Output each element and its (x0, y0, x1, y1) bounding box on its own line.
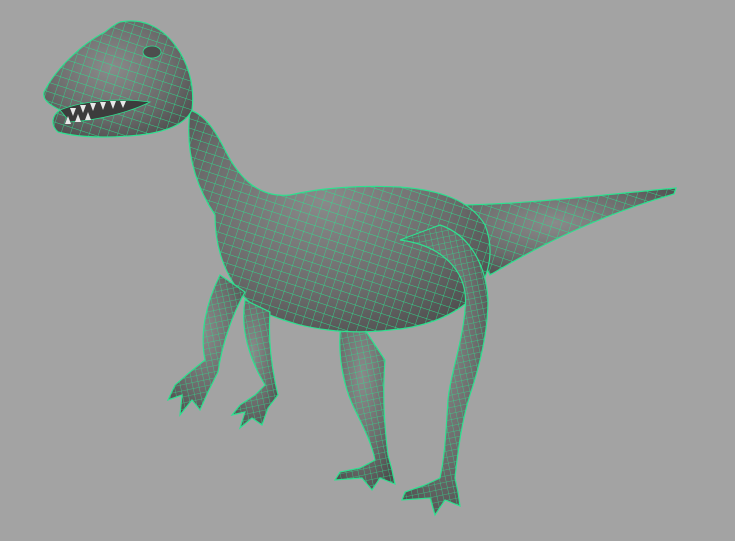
3d-viewport[interactable] (0, 0, 735, 541)
head (43, 20, 194, 138)
arm-back (230, 299, 279, 430)
arm-front (166, 274, 246, 417)
dinosaur-model-scene[interactable] (0, 0, 735, 541)
eye-icon (142, 45, 162, 59)
